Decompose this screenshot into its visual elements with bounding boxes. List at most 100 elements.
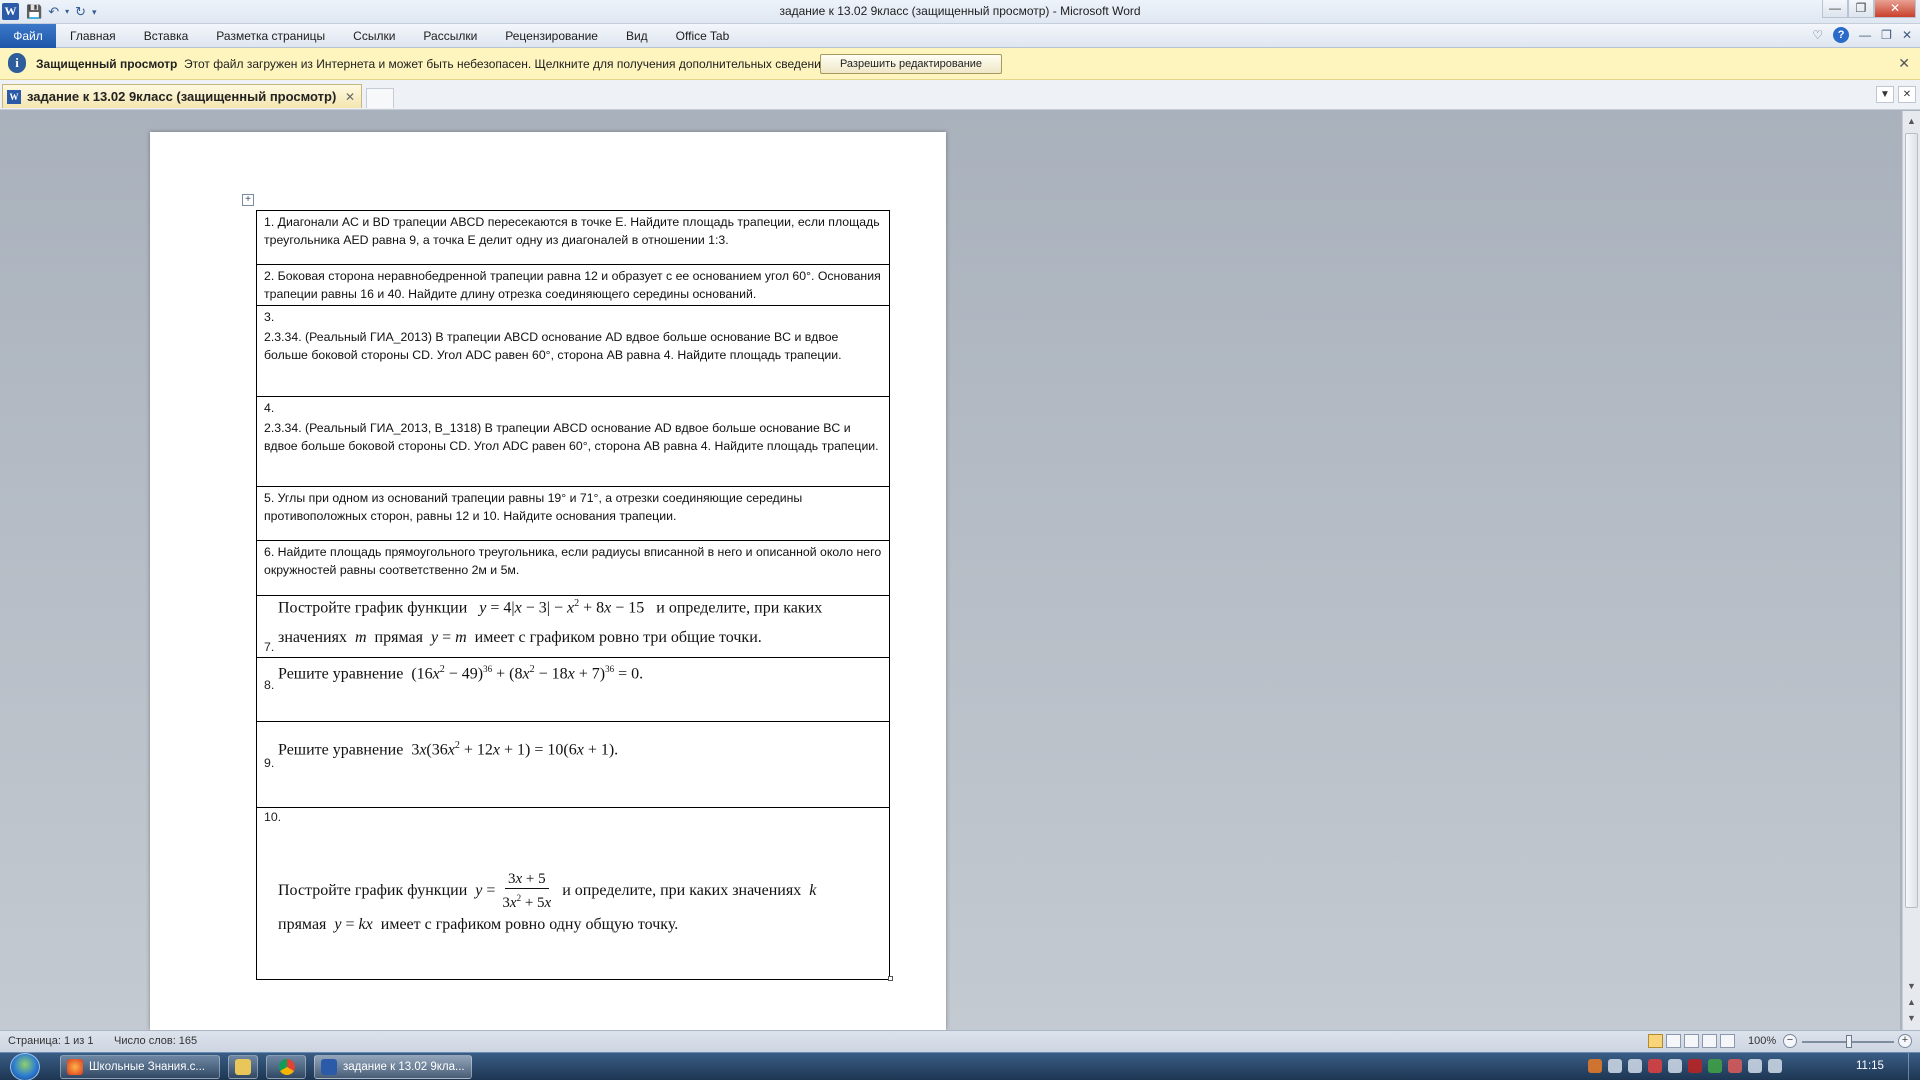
web-layout-icon[interactable] <box>1684 1034 1699 1048</box>
print-layout-icon[interactable] <box>1648 1034 1663 1048</box>
protected-view-message[interactable]: Этот файл загружен из Интернета и может … <box>184 57 831 71</box>
ribbon: Файл Главная Вставка Разметка страницы С… <box>0 24 1920 48</box>
restore-button[interactable]: ❐ <box>1848 0 1874 18</box>
table-row: 10. Постройте график функции y = 3x + 5 … <box>256 807 890 980</box>
close-window-button[interactable]: ✕ <box>1874 0 1916 18</box>
signal-icon[interactable] <box>1748 1059 1762 1073</box>
scroll-up-icon[interactable]: ▲ <box>1903 114 1920 128</box>
taskbar-clock[interactable]: 11:15 <box>1856 1060 1884 1072</box>
new-tab-button[interactable] <box>366 88 394 108</box>
question-cell-8[interactable]: Решите уравнение (16x2 − 49)36 + (8x2 − … <box>256 657 890 722</box>
antivirus-icon[interactable] <box>1648 1059 1662 1073</box>
question-cell-7[interactable]: Постройте график функции y = 4|x − 3| − … <box>256 595 890 658</box>
document-tab-label: задание к 13.02 9класс (защищенный просм… <box>27 89 337 104</box>
title-bar: W 💾 ↶ ▾ ↻ ▾ задание к 13.02 9класс (защи… <box>0 0 1920 24</box>
steam-icon[interactable] <box>1608 1059 1622 1073</box>
speaker-icon[interactable] <box>1768 1059 1782 1073</box>
question-cell-2[interactable]: 2. Боковая сторона неравнобедренной трап… <box>256 264 890 306</box>
question-cell-10[interactable]: 10. Постройте график функции y = 3x + 5 … <box>256 807 890 980</box>
start-button[interactable] <box>10 1053 40 1080</box>
table-move-handle-icon[interactable]: + <box>242 194 254 206</box>
question-cell-9[interactable]: Решите уравнение 3x(36x2 + 12x + 1) = 10… <box>256 721 890 808</box>
taskbar-explorer[interactable] <box>228 1055 258 1079</box>
taskbar-browser-window[interactable]: Школьные Знания.с... <box>60 1055 220 1079</box>
protected-view-bar: i Защищенный просмотр Этот файл загружен… <box>0 48 1920 80</box>
tray-flag-icon[interactable] <box>1728 1059 1742 1073</box>
question-3-number: 3. <box>264 310 275 324</box>
zoom-slider-thumb[interactable] <box>1846 1035 1852 1048</box>
tab-insert[interactable]: Вставка <box>130 24 203 48</box>
status-bar: Страница: 1 из 1 Число слов: 165 100% − … <box>0 1030 1920 1052</box>
question-5-text: 5. Углы при одном из оснований трапеции … <box>264 491 803 523</box>
full-screen-reading-icon[interactable] <box>1666 1034 1681 1048</box>
next-page-icon[interactable]: ▼ <box>1903 1011 1920 1025</box>
question-4-text: 2.3.34. (Реальный ГИА_2013, В_1318) В тр… <box>264 421 879 453</box>
tray-app-icon[interactable] <box>1588 1059 1602 1073</box>
close-tab-icon[interactable]: ✕ <box>345 90 355 104</box>
ribbon-minimize-icon[interactable]: — <box>1859 28 1871 42</box>
taskbar-word-window[interactable]: задание к 13.02 9кла... <box>314 1055 472 1079</box>
firefox-icon <box>67 1059 83 1075</box>
question-9-equation: Решите уравнение 3x(36x2 + 12x + 1) = 10… <box>278 740 619 759</box>
close-all-icon[interactable]: ✕ <box>1898 86 1916 103</box>
question-10-line-1: Постройте график функции y = 3x + 5 3x2 … <box>278 871 817 911</box>
question-cell-6[interactable]: 6. Найдите площадь прямоугольного треуго… <box>256 540 890 596</box>
question-cell-5[interactable]: 5. Углы при одном из оснований трапеции … <box>256 486 890 541</box>
view-buttons <box>1648 1034 1735 1048</box>
page-count[interactable]: Страница: 1 из 1 <box>8 1035 94 1047</box>
question-2-text: 2. Боковая сторона неравнобедренной трап… <box>264 269 881 301</box>
table-row: 2. Боковая сторона неравнобедренной трап… <box>256 264 890 306</box>
question-3-text: 2.3.34. (Реальный ГИА_2013) В трапеции A… <box>264 330 842 362</box>
table-row: 5. Углы при одном из оснований трапеции … <box>256 486 890 541</box>
tab-office-tab[interactable]: Office Tab <box>662 24 744 48</box>
windows-taskbar: Школьные Знания.с... задание к 13.02 9кл… <box>0 1052 1920 1080</box>
question-7-line-2: значениях m прямая y = m имеет с графико… <box>278 629 762 646</box>
word-count[interactable]: Число слов: 165 <box>114 1035 197 1047</box>
tab-view[interactable]: Вид <box>612 24 662 48</box>
tab-list-dropdown-icon[interactable]: ▼ <box>1876 86 1894 103</box>
zoom-level[interactable]: 100% <box>1748 1035 1776 1047</box>
table-resize-handle[interactable] <box>888 976 893 981</box>
taskbar-chrome[interactable] <box>266 1055 306 1079</box>
draft-view-icon[interactable] <box>1720 1034 1735 1048</box>
tray-red-icon[interactable] <box>1688 1059 1702 1073</box>
show-desktop-button[interactable] <box>1908 1053 1920 1080</box>
prev-page-icon[interactable]: ▲ <box>1903 995 1920 1009</box>
scroll-thumb[interactable] <box>1905 133 1918 908</box>
enable-editing-button[interactable]: Разрешить редактирование <box>820 54 1002 74</box>
document-page: + 1. Диагонали AC и BD трапеции ABCD пер… <box>150 132 946 1030</box>
zoom-in-icon[interactable]: + <box>1898 1034 1912 1048</box>
zoom-out-icon[interactable]: − <box>1783 1034 1797 1048</box>
close-infobar-icon[interactable]: ✕ <box>1898 55 1910 72</box>
tab-mailings[interactable]: Рассылки <box>409 24 491 48</box>
help-icon[interactable]: ? <box>1833 27 1850 43</box>
question-cell-4[interactable]: 4. 2.3.34. (Реальный ГИА_2013, В_1318) В… <box>256 396 890 487</box>
scroll-down-icon[interactable]: ▼ <box>1903 979 1920 993</box>
ribbon-restore-icon[interactable]: ❐ <box>1881 28 1892 42</box>
network-adapter-icon[interactable] <box>1628 1059 1642 1073</box>
chrome-icon <box>279 1059 295 1075</box>
tab-file[interactable]: Файл <box>0 24 56 48</box>
outline-view-icon[interactable] <box>1702 1034 1717 1048</box>
table-row: 6. Найдите площадь прямоугольного треуго… <box>256 540 890 596</box>
question-10-fraction: 3x + 5 3x2 + 5x <box>502 871 552 911</box>
question-9-number: 9. <box>264 756 275 770</box>
tab-home[interactable]: Главная <box>56 24 130 48</box>
question-cell-1[interactable]: 1. Диагонали AC и BD трапеции ABCD перес… <box>256 210 890 265</box>
ribbon-tabs: Файл Главная Вставка Разметка страницы С… <box>0 24 743 48</box>
word-doc-icon: W <box>7 89 21 104</box>
heart-icon[interactable]: ♡ <box>1812 28 1823 42</box>
question-cell-3[interactable]: 3. 2.3.34. (Реальный ГИА_2013) В трапеци… <box>256 305 890 397</box>
tray-green-icon[interactable] <box>1708 1059 1722 1073</box>
volume-icon[interactable] <box>1668 1059 1682 1073</box>
tab-references[interactable]: Ссылки <box>339 24 409 48</box>
tab-page-layout[interactable]: Разметка страницы <box>202 24 339 48</box>
question-6-text: 6. Найдите площадь прямоугольного треуго… <box>264 545 882 577</box>
tab-review[interactable]: Рецензирование <box>491 24 612 48</box>
vertical-scrollbar[interactable]: ▲ ▼ ▲ ▼ <box>1902 111 1920 1030</box>
document-tab[interactable]: W задание к 13.02 9класс (защищенный про… <box>2 84 362 108</box>
table-row: Постройте график функции y = 4|x − 3| − … <box>256 595 890 658</box>
system-tray <box>1588 1059 1782 1073</box>
ribbon-close-icon[interactable]: ✕ <box>1902 28 1912 42</box>
minimize-button[interactable]: — <box>1822 0 1848 18</box>
